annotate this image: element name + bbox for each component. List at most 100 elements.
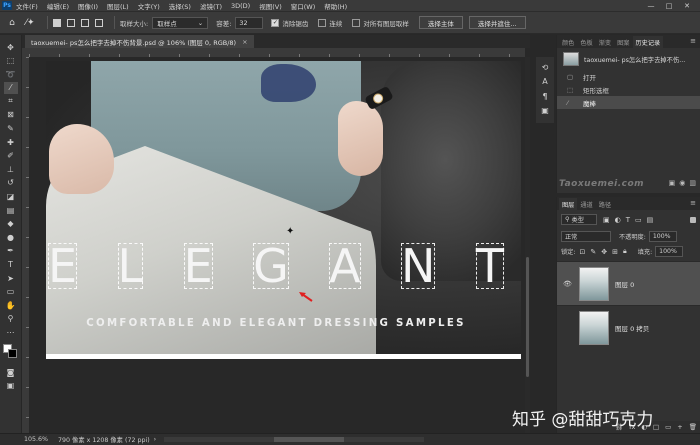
select-and-mask-button[interactable]: 选择并遮住... [468, 16, 526, 29]
minimize-button[interactable]: — [642, 2, 660, 10]
menu-select[interactable]: 选择(S) [169, 1, 191, 11]
tab-patterns[interactable]: 图案 [614, 36, 632, 48]
history-panel-icon[interactable]: ⟲ [539, 61, 551, 73]
anti-alias-checkbox[interactable]: ✓ [271, 18, 280, 27]
background-color-swatch[interactable] [7, 349, 17, 359]
paragraph-panel-icon[interactable]: ¶ [539, 90, 551, 102]
layer-name[interactable]: 图层 0 拷贝 [615, 323, 649, 333]
camera-icon[interactable]: ◉ [679, 179, 685, 187]
dodge-tool-icon[interactable]: ● [4, 231, 18, 243]
lock-move-icon[interactable]: ✥ [601, 248, 607, 256]
scrollbar-thumb[interactable] [274, 437, 345, 442]
zoom-level[interactable]: 105.6% [24, 436, 48, 443]
lasso-tool-icon[interactable]: ➰ [4, 68, 18, 80]
eraser-tool-icon[interactable]: ◪ [4, 191, 18, 203]
tab-swatches[interactable]: 色板 [577, 36, 595, 48]
eyedropper-tool-icon[interactable]: ✎ [4, 123, 18, 135]
menu-filter[interactable]: 滤镜(T) [200, 1, 222, 11]
layer-row[interactable]: 图层 0 拷贝 [557, 305, 700, 349]
filter-toggle[interactable] [690, 216, 696, 223]
rectangle-tool-icon[interactable]: ▭ [4, 286, 18, 298]
trash-icon[interactable]: ▥ [689, 179, 696, 187]
delete-layer-icon[interactable]: 🗑 [689, 423, 697, 431]
brush-tool-icon[interactable]: ✐ [4, 150, 18, 162]
history-item[interactable]: ⬚ 矩形选框 [557, 83, 700, 96]
select-subject-button[interactable]: 选择主体 [418, 16, 463, 29]
tab-channels[interactable]: 通道 [577, 198, 595, 210]
more-tools-icon[interactable]: ⋯ [4, 326, 18, 338]
tab-paths[interactable]: 路径 [596, 198, 614, 210]
pixel-filter-icon[interactable]: ▣ [603, 216, 610, 224]
panel-menu-icon[interactable]: ≡ [690, 37, 696, 45]
shape-filter-icon[interactable]: ▭ [635, 216, 642, 224]
screen-mode-icon[interactable]: ▣ [4, 380, 18, 392]
tab-history[interactable]: 历史记录 [632, 36, 664, 48]
lock-artboard-icon[interactable]: ⊞ [612, 248, 618, 256]
magic-wand-preset-icon[interactable]: ⁄✦ [24, 17, 36, 29]
tab-layers[interactable]: 图层 [559, 198, 578, 210]
lock-all-icon[interactable]: 🔒︎ [623, 247, 627, 256]
menu-image[interactable]: 图像(I) [78, 1, 98, 11]
add-to-selection-icon[interactable] [67, 18, 75, 27]
magic-wand-tool-icon[interactable]: ⁄ [3, 81, 18, 94]
status-arrow-icon[interactable]: › [154, 436, 157, 443]
adjustment-layer-icon[interactable]: ▭ [665, 423, 671, 431]
menu-3d[interactable]: 3D(D) [231, 2, 250, 10]
menu-help[interactable]: 帮助(H) [324, 1, 347, 11]
new-selection-icon[interactable] [53, 18, 61, 27]
adjustment-filter-icon[interactable]: ◐ [615, 216, 621, 224]
blur-tool-icon[interactable]: ◆ [4, 218, 18, 230]
maximize-button[interactable]: □ [660, 2, 678, 10]
move-tool-icon[interactable]: ✥ [4, 41, 18, 53]
menu-window[interactable]: 窗口(W) [291, 1, 316, 11]
quick-mask-icon[interactable]: ◙ [4, 366, 18, 378]
layer-row[interactable]: 👁︎ 图层 0 [557, 261, 700, 305]
history-item[interactable]: ▢ 打开 [557, 70, 700, 83]
tab-gradients[interactable]: 渐变 [596, 36, 614, 48]
document-tab[interactable]: taoxuemei- ps怎么把字去掉不伤背景.psd @ 106% (图层 0… [25, 35, 254, 48]
menu-layer[interactable]: 图层(L) [107, 1, 129, 11]
menu-file[interactable]: 文件(F) [16, 1, 38, 11]
opacity-input[interactable]: 100% [648, 231, 677, 242]
healing-brush-icon[interactable]: ✚ [4, 136, 18, 148]
color-swatches[interactable] [2, 344, 19, 360]
sample-size-select[interactable]: 取样点 ⌄ [152, 16, 209, 29]
blend-mode-select[interactable]: 正常 [561, 231, 611, 242]
history-snapshot[interactable]: taoxuemei- ps怎么把字去掉不伤... [563, 52, 696, 66]
canvas-area[interactable]: E L E G A N T COMFORTABLE AND ELEGANT DR… [29, 57, 525, 433]
scrollbar-thumb[interactable] [526, 257, 529, 377]
new-document-from-state-icon[interactable]: ▣ [669, 179, 676, 187]
eye-icon[interactable]: 👁︎ [563, 280, 573, 288]
hand-tool-icon[interactable]: ✋ [4, 299, 18, 311]
lock-paint-icon[interactable]: ✎ [590, 248, 596, 256]
horizontal-ruler[interactable] [29, 48, 525, 57]
home-icon[interactable]: ⌂ [6, 17, 18, 29]
pen-tool-icon[interactable]: ✒ [4, 245, 18, 257]
type-filter-icon[interactable]: T [626, 216, 630, 224]
layer-name[interactable]: 图层 0 [615, 279, 634, 289]
layer-filter-select[interactable]: ⚲ 类型 [561, 214, 597, 225]
history-brush-icon[interactable]: ↺ [4, 177, 18, 189]
intersect-selection-icon[interactable] [95, 18, 103, 27]
smart-filter-icon[interactable]: ▤ [647, 216, 654, 224]
horizontal-scrollbar[interactable] [164, 437, 425, 442]
properties-panel-icon[interactable]: ▣ [539, 105, 551, 117]
menu-view[interactable]: 视图(V) [259, 1, 282, 11]
vertical-ruler[interactable] [22, 57, 29, 433]
close-tab-icon[interactable]: × [242, 38, 247, 46]
history-item-active[interactable]: ⁄ 魔棒 [557, 96, 700, 109]
image-canvas[interactable] [46, 61, 521, 354]
crop-tool-icon[interactable]: ⌗ [4, 95, 18, 107]
vertical-scrollbar[interactable] [525, 57, 530, 433]
zoom-tool-icon[interactable]: ⚲ [4, 313, 18, 325]
new-layer-icon[interactable]: + [677, 423, 682, 431]
menu-type[interactable]: 文字(Y) [138, 1, 160, 11]
panel-menu-icon[interactable]: ≡ [690, 199, 696, 207]
path-selection-icon[interactable]: ➤ [4, 272, 18, 284]
lock-pixels-icon[interactable]: ⊡ [579, 248, 585, 256]
clone-stamp-icon[interactable]: ⊥ [4, 163, 18, 175]
close-window-button[interactable]: ✕ [678, 2, 696, 10]
sample-all-layers-checkbox[interactable] [352, 18, 361, 27]
menu-edit[interactable]: 编辑(E) [47, 1, 69, 11]
marquee-tool-icon[interactable]: ⬚ [4, 55, 18, 67]
